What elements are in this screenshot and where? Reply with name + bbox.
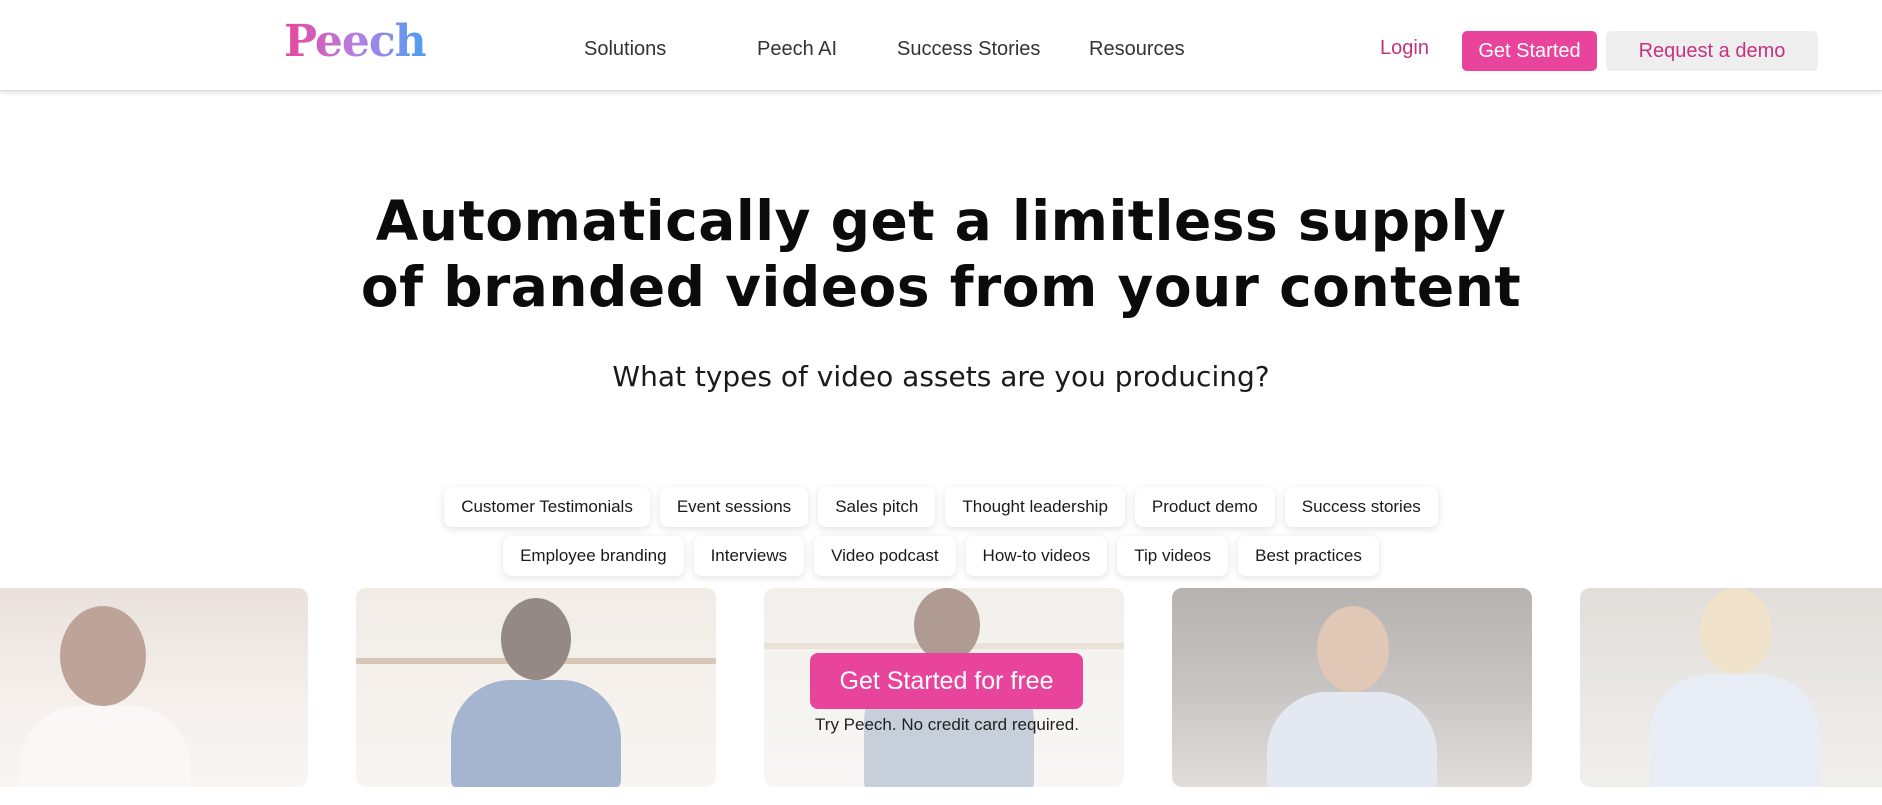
video-thumbnail-2 [356, 588, 716, 787]
hero-headline: Automatically get a limitless supply of … [341, 188, 1541, 320]
get-started-free-button[interactable]: Get Started for free [810, 653, 1083, 709]
chip-how-to-videos[interactable]: How-to videos [965, 536, 1108, 576]
chip-tip-videos[interactable]: Tip videos [1117, 536, 1229, 576]
nav-solutions[interactable]: Solutions [584, 38, 666, 61]
peech-logo[interactable]: Peech [284, 16, 427, 67]
chip-product-demo[interactable]: Product demo [1134, 487, 1275, 527]
nav-resources[interactable]: Resources [1089, 38, 1185, 61]
login-link[interactable]: Login [1380, 37, 1429, 60]
hero-headline-line-1: Automatically get a limitless supply [375, 189, 1507, 253]
chip-customer-testimonials[interactable]: Customer Testimonials [444, 487, 650, 527]
video-thumbnail-5 [1580, 588, 1882, 787]
video-type-chips-row-2: Employee branding Interviews Video podca… [0, 536, 1882, 576]
get-started-button[interactable]: Get Started [1462, 31, 1597, 71]
chip-employee-branding[interactable]: Employee branding [503, 536, 684, 576]
video-thumbnail-4 [1172, 588, 1532, 787]
chip-best-practices[interactable]: Best practices [1238, 536, 1379, 576]
site-header: Peech Solutions Peech AI Success Stories… [0, 0, 1882, 91]
cta-note: Try Peech. No credit card required. [815, 715, 1079, 734]
video-thumbnail-1 [0, 588, 308, 787]
chip-event-sessions[interactable]: Event sessions [659, 487, 809, 527]
chip-thought-leadership[interactable]: Thought leadership [945, 487, 1125, 527]
nav-peech-ai[interactable]: Peech AI [757, 38, 837, 61]
hero-headline-line-2: of branded videos from your content [360, 255, 1522, 319]
hero-subheadline: What types of video assets are you produ… [612, 360, 1270, 393]
chip-interviews[interactable]: Interviews [693, 536, 805, 576]
nav-success-stories[interactable]: Success Stories [897, 38, 1040, 61]
chip-video-podcast[interactable]: Video podcast [814, 536, 956, 576]
chip-success-stories[interactable]: Success stories [1284, 487, 1438, 527]
video-type-chips-row-1: Customer Testimonials Event sessions Sal… [0, 487, 1882, 527]
chip-sales-pitch[interactable]: Sales pitch [818, 487, 936, 527]
request-demo-button[interactable]: Request a demo [1606, 31, 1818, 71]
